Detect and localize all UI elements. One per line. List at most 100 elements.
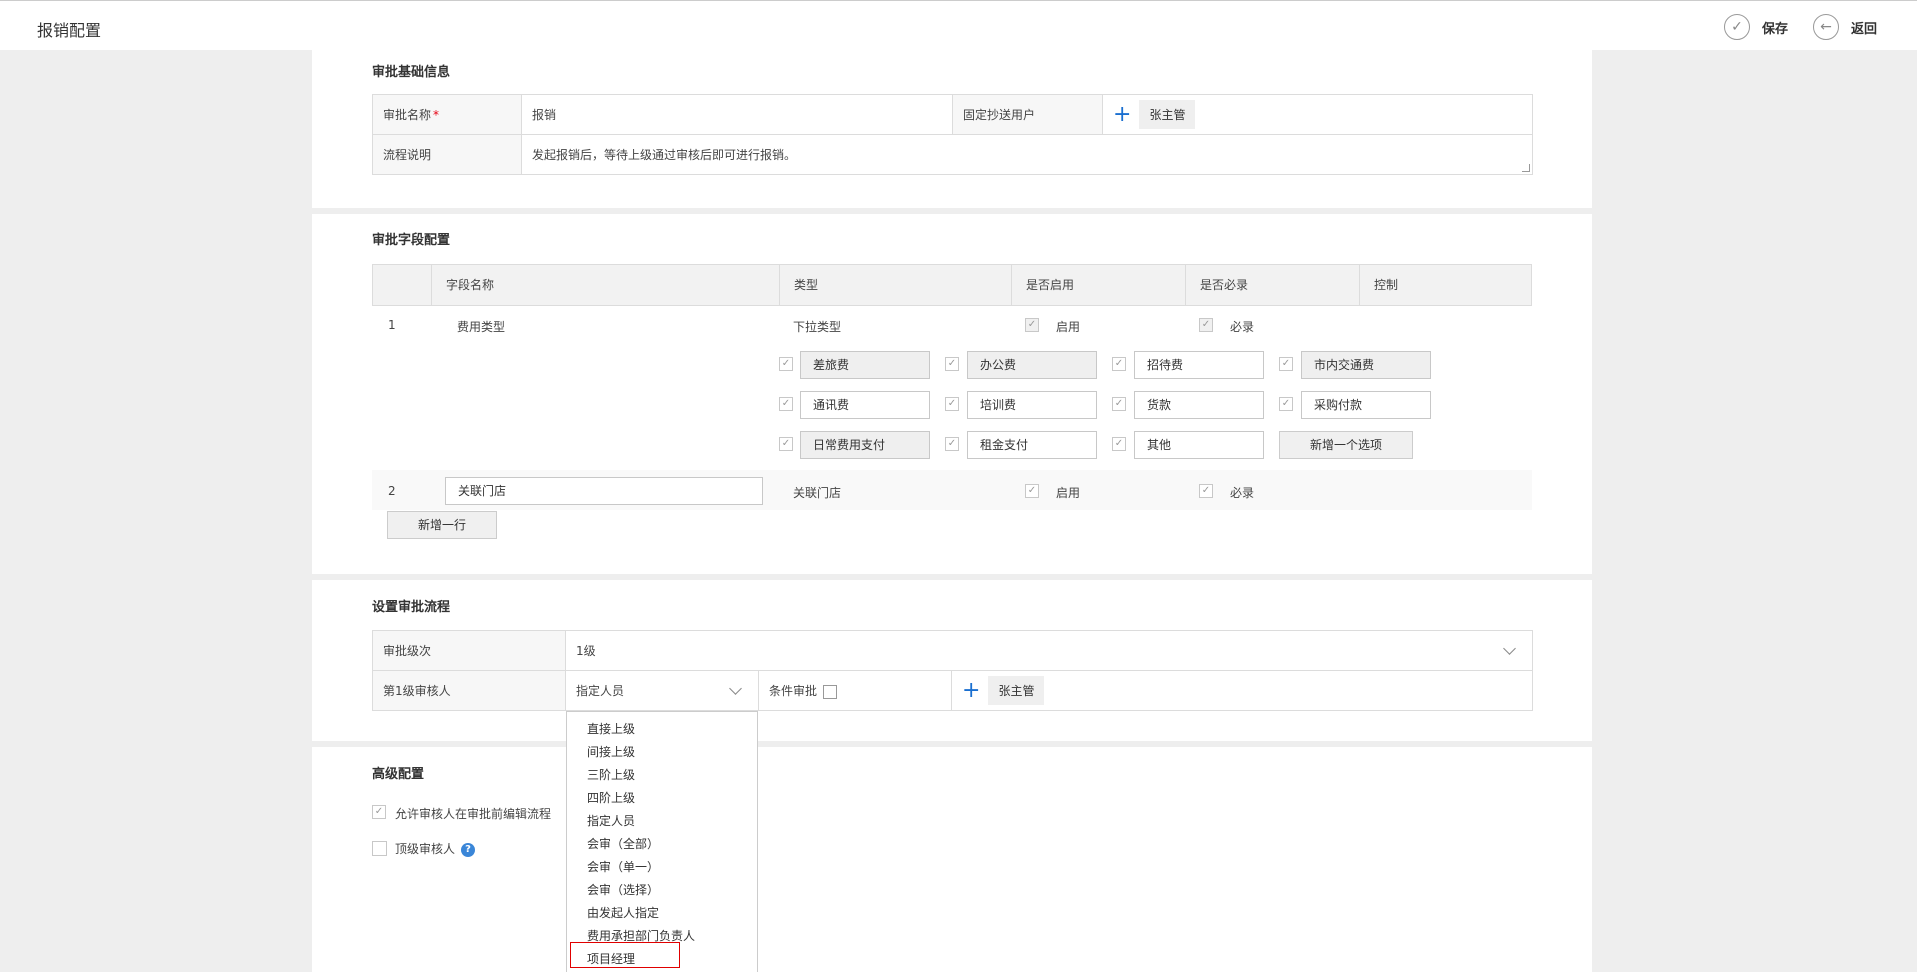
- option-input-4[interactable]: 通讯费: [800, 391, 930, 419]
- option-checkbox-5[interactable]: ✓: [945, 397, 959, 411]
- advanced-panel: 高级配置 ✓ 允许审核人在审批前编辑流程 顶级审核人?: [312, 747, 1592, 972]
- page-title: 报销配置: [37, 21, 102, 40]
- approval-name-input[interactable]: 报销: [521, 94, 953, 135]
- dropdown-option[interactable]: 指定人员: [587, 812, 635, 829]
- dropdown-option[interactable]: 会审（选择）: [587, 881, 659, 898]
- dropdown-option[interactable]: 由发起人指定: [587, 904, 659, 921]
- dropdown-option[interactable]: 会审（单一）: [587, 858, 659, 875]
- top-approver-checkbox[interactable]: [372, 841, 387, 856]
- option-checkbox-2[interactable]: ✓: [1112, 357, 1126, 371]
- option-checkbox-3[interactable]: ✓: [1279, 357, 1293, 371]
- allow-edit-checkbox[interactable]: ✓: [372, 805, 386, 819]
- row1-enabled-label: 启用: [1056, 320, 1081, 334]
- header-control: 控制: [1359, 265, 1531, 305]
- help-icon[interactable]: ?: [461, 842, 476, 857]
- approver-user-tag[interactable]: 张主管: [988, 676, 1045, 705]
- conditional-label: 条件审批: [769, 684, 818, 698]
- required-mark: *: [433, 108, 440, 122]
- option-input-7[interactable]: 采购付款: [1301, 391, 1431, 419]
- option-checkbox-10[interactable]: ✓: [1112, 437, 1126, 451]
- row2-type: 关联门店: [793, 486, 842, 500]
- fields-title: 审批字段配置: [372, 233, 451, 248]
- add-approver-icon[interactable]: +: [962, 678, 980, 703]
- dropdown-option[interactable]: 三阶上级: [587, 766, 635, 783]
- advanced-title: 高级配置: [372, 767, 425, 782]
- fields-panel: 审批字段配置 字段名称 类型 是否启用 是否必录 控制 1 费用类型 下拉类型 …: [312, 214, 1592, 574]
- conditional-cell: 条件审批: [758, 670, 952, 711]
- option-input-5[interactable]: 培训费: [967, 391, 1097, 419]
- highlight-box: [570, 942, 680, 968]
- option-input-0[interactable]: 差旅费: [800, 351, 930, 379]
- approver-select[interactable]: 指定人员: [565, 670, 759, 711]
- fields-header-row: 字段名称 类型 是否启用 是否必录 控制: [372, 264, 1532, 306]
- approval-name-label: 审批名称 *: [372, 94, 522, 135]
- allow-edit-label: 允许审核人在审批前编辑流程: [395, 807, 552, 821]
- description-textarea[interactable]: 发起报销后，等待上级通过审核后即可进行报销。: [521, 134, 1533, 175]
- cc-users-label: 固定抄送用户: [952, 94, 1103, 135]
- option-checkbox-7[interactable]: ✓: [1279, 397, 1293, 411]
- option-input-10[interactable]: 其他: [1134, 431, 1264, 459]
- back-label: 返回: [1851, 21, 1878, 37]
- option-checkbox-9[interactable]: ✓: [945, 437, 959, 451]
- header-required: 是否必录: [1185, 265, 1359, 305]
- approver-users-cell: + 张主管: [951, 670, 1533, 711]
- flow-panel: 设置审批流程 审批级次 1级 第1级审核人 指定人员 条件审批 + 张主管: [312, 580, 1592, 741]
- row2-enabled-label: 启用: [1056, 486, 1081, 500]
- row1-required-label: 必录: [1230, 320, 1255, 334]
- description-label: 流程说明: [372, 134, 522, 175]
- add-row-button[interactable]: 新增一行: [387, 511, 497, 539]
- add-cc-user-icon[interactable]: +: [1113, 102, 1131, 127]
- chevron-down-icon: [729, 682, 742, 695]
- option-input-6[interactable]: 货款: [1134, 391, 1264, 419]
- header-type: 类型: [779, 265, 1011, 305]
- top-bar: 报销配置 ✓ 保存 ← 返回: [0, 0, 1917, 50]
- level-select[interactable]: 1级: [565, 630, 1533, 671]
- row1-required-checkbox[interactable]: ✓: [1199, 318, 1213, 332]
- basic-info-table: 审批名称 * 报销 固定抄送用户 + 张主管 流程说明 发起报销后，等待上级通过审核…: [372, 94, 1533, 175]
- approver-dropdown: 直接上级 间接上级 三阶上级 四阶上级 指定人员 会审（全部） 会审（单一） 会…: [566, 711, 758, 972]
- row2-required-checkbox[interactable]: ✓: [1199, 484, 1213, 498]
- basic-info-title: 审批基础信息: [372, 65, 451, 80]
- option-checkbox-8[interactable]: ✓: [779, 437, 793, 451]
- resize-handle-icon[interactable]: [1522, 164, 1530, 172]
- option-input-2[interactable]: 招待费: [1134, 351, 1264, 379]
- dropdown-option[interactable]: 四阶上级: [587, 789, 635, 806]
- row2-enabled-checkbox[interactable]: ✓: [1025, 484, 1039, 498]
- save-label: 保存: [1762, 21, 1789, 37]
- option-checkbox-0[interactable]: ✓: [779, 357, 793, 371]
- cc-user-tag[interactable]: 张主管: [1139, 100, 1196, 129]
- row2-field-name-input[interactable]: 关联门店: [445, 477, 763, 505]
- option-checkbox-1[interactable]: ✓: [945, 357, 959, 371]
- option-input-1[interactable]: 办公费: [967, 351, 1097, 379]
- basic-info-panel: 审批基础信息 审批名称 * 报销 固定抄送用户 + 张主管 流程说明 发起报销后，等…: [312, 50, 1592, 208]
- header-enabled: 是否启用: [1011, 265, 1185, 305]
- arrow-left-icon: ←: [1813, 14, 1839, 40]
- option-input-9[interactable]: 租金支付: [967, 431, 1097, 459]
- approver-label: 第1级审核人: [372, 670, 566, 711]
- option-input-8[interactable]: 日常费用支付: [800, 431, 930, 459]
- flow-title: 设置审批流程: [372, 600, 451, 615]
- row2-required-label: 必录: [1230, 486, 1255, 500]
- chevron-down-icon: [1503, 642, 1516, 655]
- row1-enabled-checkbox[interactable]: ✓: [1025, 318, 1039, 332]
- top-approver-label: 顶级审核人?: [395, 840, 476, 857]
- row1-field-name: 费用类型: [457, 320, 506, 334]
- add-option-button[interactable]: 新增一个选项: [1279, 431, 1413, 459]
- option-checkbox-6[interactable]: ✓: [1112, 397, 1126, 411]
- cc-users-cell: + 张主管: [1102, 94, 1533, 135]
- option-checkbox-4[interactable]: ✓: [779, 397, 793, 411]
- level-label: 审批级次: [372, 630, 566, 671]
- flow-table: 审批级次 1级 第1级审核人 指定人员 条件审批 + 张主管: [372, 630, 1533, 711]
- dropdown-option[interactable]: 间接上级: [587, 743, 635, 760]
- conditional-checkbox[interactable]: [823, 684, 838, 699]
- dropdown-option[interactable]: 直接上级: [587, 720, 635, 737]
- row1-type: 下拉类型: [793, 320, 842, 334]
- dropdown-option[interactable]: 会审（全部）: [587, 835, 659, 852]
- header-field-name: 字段名称: [431, 265, 779, 305]
- save-button[interactable]: ✓ 保存: [1724, 14, 1788, 40]
- back-button[interactable]: ← 返回: [1813, 14, 1877, 40]
- option-input-3[interactable]: 市内交通费: [1301, 351, 1431, 379]
- check-icon: ✓: [1724, 14, 1750, 40]
- row2-index: 2: [388, 484, 396, 498]
- row1-index: 1: [388, 318, 396, 332]
